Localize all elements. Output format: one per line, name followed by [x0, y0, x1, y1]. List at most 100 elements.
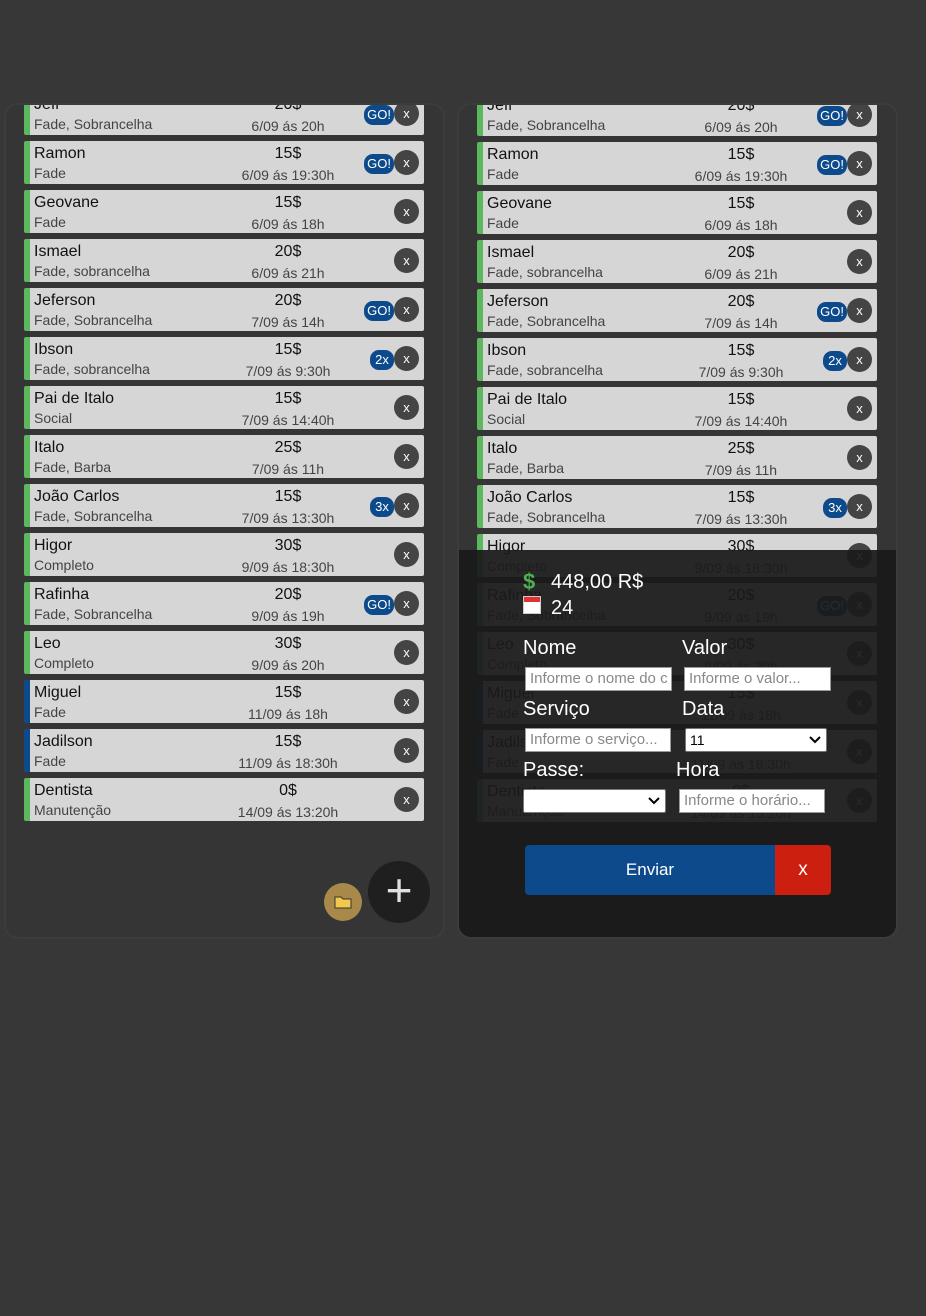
status-badge[interactable]: 2x	[823, 351, 847, 371]
delete-button[interactable]: x	[394, 105, 419, 126]
appointment-card[interactable]: João Carlos Fade, Sobrancelha 15$ 7/09 ás 1…	[24, 484, 424, 527]
appointment-count-value: 24	[551, 596, 574, 619]
total-revenue: $ 448,00 R$	[523, 569, 643, 595]
add-appointment-button[interactable]: +	[368, 861, 430, 923]
datetime-text: 6/09 ás 21h	[704, 266, 778, 282]
price-text: 15$	[727, 146, 755, 163]
price-text: 20$	[274, 243, 302, 260]
dollar-icon: $	[523, 569, 536, 594]
delete-button[interactable]: x	[847, 396, 872, 421]
delete-button[interactable]: x	[847, 298, 872, 323]
delete-button[interactable]: x	[394, 346, 419, 371]
service-text: Fade, Sobrancelha	[34, 606, 153, 622]
appointment-card[interactable]: Ibson Fade, sobrancelha 15$ 7/09 ás 9:30h 2x…	[477, 338, 877, 381]
status-badge[interactable]: GO!	[817, 106, 847, 126]
price-text: 20$	[727, 293, 755, 310]
status-badge[interactable]: GO!	[364, 301, 394, 321]
appointments-panel-left: Jeff Fade, Sobrancelha 20$ 6/09 ás 20h GO! x R…	[4, 103, 445, 939]
appointment-card[interactable]: Higor Completo 30$ 9/09 ás 18:30h x	[24, 533, 424, 576]
delete-button[interactable]: x	[394, 640, 419, 665]
status-badge[interactable]: 3x	[823, 498, 847, 518]
appointment-card[interactable]: Pai de Italo Social 15$ 7/09 ás 14:40h x	[24, 386, 424, 429]
send-button[interactable]: Enviar	[525, 845, 775, 895]
service-text: Fade	[34, 165, 66, 181]
datetime-text: 9/09 ás 18:30h	[241, 559, 335, 575]
price-text: 30$	[274, 635, 302, 652]
appointment-card[interactable]: Ramon Fade 15$ 6/09 ás 19:30h GO! x	[24, 141, 424, 184]
status-badge[interactable]: GO!	[364, 105, 394, 125]
valor-input[interactable]: Informe o valor...	[684, 667, 831, 691]
valor-label: Valor	[682, 637, 728, 659]
status-badge[interactable]: 2x	[370, 350, 394, 370]
delete-button[interactable]: x	[394, 689, 419, 714]
delete-button[interactable]: x	[394, 199, 419, 224]
delete-button[interactable]: x	[394, 297, 419, 322]
status-badge[interactable]: GO!	[364, 154, 394, 174]
delete-button[interactable]: x	[394, 493, 419, 518]
delete-button[interactable]: x	[847, 151, 872, 176]
delete-button[interactable]: x	[394, 787, 419, 812]
appointment-card[interactable]: Italo Fade, Barba 25$ 7/09 ás 11h x	[477, 436, 877, 479]
delete-button[interactable]: x	[847, 347, 872, 372]
delete-button[interactable]: x	[394, 591, 419, 616]
service-text: Fade, Sobrancelha	[34, 312, 153, 328]
appointment-card[interactable]: Jadilson Fade 15$ 11/09 ás 18:30h x	[24, 729, 424, 772]
appointment-card[interactable]: Ibson Fade, sobrancelha 15$ 7/09 ás 9:30h 2x…	[24, 337, 424, 380]
appointment-card[interactable]: João Carlos Fade, Sobrancelha 15$ 7/09 ás 1…	[477, 485, 877, 528]
delete-button[interactable]: x	[394, 738, 419, 763]
client-name: Ismael	[34, 243, 82, 260]
delete-button[interactable]: x	[394, 150, 419, 175]
appointment-card[interactable]: Miguel Fade 15$ 11/09 ás 18h x	[24, 680, 424, 723]
delete-button[interactable]: x	[847, 494, 872, 519]
delete-button[interactable]: x	[847, 200, 872, 225]
appointment-list: Jeff Fade, Sobrancelha 20$ 6/09 ás 20h GO! x R…	[24, 103, 424, 827]
client-name: Jadilson	[34, 733, 93, 750]
data-select[interactable]: 11	[685, 728, 827, 752]
status-badge[interactable]: 3x	[370, 497, 394, 517]
price-text: 15$	[274, 488, 302, 505]
passe-select[interactable]	[523, 789, 666, 813]
delete-button[interactable]: x	[394, 248, 419, 273]
status-badge[interactable]: GO!	[364, 595, 394, 615]
cancel-button[interactable]: x	[775, 845, 831, 895]
price-text: 20$	[274, 292, 302, 309]
hora-input[interactable]: Informe o horário...	[679, 789, 825, 813]
delete-button[interactable]: x	[847, 249, 872, 274]
price-text: 20$	[274, 586, 302, 603]
appointment-card[interactable]: Rafinha Fade, Sobrancelha 20$ 9/09 ás 19h GO…	[24, 582, 424, 625]
nome-input[interactable]: Informe o nome do c	[525, 667, 672, 691]
datetime-text: 7/09 ás 13:30h	[241, 510, 335, 526]
folder-button[interactable]	[324, 883, 362, 921]
calendar-icon	[523, 596, 541, 614]
appointment-card[interactable]: Jeferson Fade, Sobrancelha 20$ 7/09 ás 14h G…	[24, 288, 424, 331]
delete-button[interactable]: x	[394, 542, 419, 567]
client-name: João Carlos	[34, 488, 120, 505]
client-name: Jeff	[34, 103, 60, 113]
delete-button[interactable]: x	[847, 105, 872, 127]
status-badge[interactable]: GO!	[817, 302, 847, 322]
appointment-card[interactable]: Jeferson Fade, Sobrancelha 20$ 7/09 ás 14h G…	[477, 289, 877, 332]
service-text: Fade, Barba	[487, 460, 565, 476]
appointment-card[interactable]: Pai de Italo Social 15$ 7/09 ás 14:40h x	[477, 387, 877, 430]
appointment-card[interactable]: Geovane Fade 15$ 6/09 ás 18h x	[477, 191, 877, 234]
datetime-text: 6/09 ás 21h	[251, 265, 325, 281]
appointment-card[interactable]: Geovane Fade 15$ 6/09 ás 18h x	[24, 190, 424, 233]
delete-button[interactable]: x	[847, 445, 872, 470]
servico-input[interactable]: Informe o serviço...	[525, 728, 671, 752]
delete-button[interactable]: x	[394, 395, 419, 420]
appointment-card[interactable]: Jeff Fade, Sobrancelha 20$ 6/09 ás 20h GO! x	[24, 103, 424, 135]
appointment-card[interactable]: Dentista Manutenção 0$ 14/09 ás 13:20h x	[24, 778, 424, 821]
price-text: 15$	[274, 684, 302, 701]
new-appointment-form: $ 448,00 R$ 24 Nome Informe o nome do c …	[459, 550, 896, 937]
appointment-card[interactable]: Ismael Fade, sobrancelha 20$ 6/09 ás 21h x	[24, 239, 424, 282]
appointment-card[interactable]: Ismael Fade, sobrancelha 20$ 6/09 ás 21h x	[477, 240, 877, 283]
appointment-card[interactable]: Ramon Fade 15$ 6/09 ás 19:30h GO! x	[477, 142, 877, 185]
appointment-card[interactable]: Leo Completo 30$ 9/09 ás 20h x	[24, 631, 424, 674]
service-text: Completo	[34, 655, 94, 671]
delete-button[interactable]: x	[394, 444, 419, 469]
appointment-card[interactable]: Italo Fade, Barba 25$ 7/09 ás 11h x	[24, 435, 424, 478]
client-name: Ramon	[487, 146, 539, 163]
status-badge[interactable]: GO!	[817, 155, 847, 175]
appointment-card[interactable]: Jeff Fade, Sobrancelha 20$ 6/09 ás 20h GO! x	[477, 105, 877, 136]
client-name: Rafinha	[34, 586, 90, 603]
